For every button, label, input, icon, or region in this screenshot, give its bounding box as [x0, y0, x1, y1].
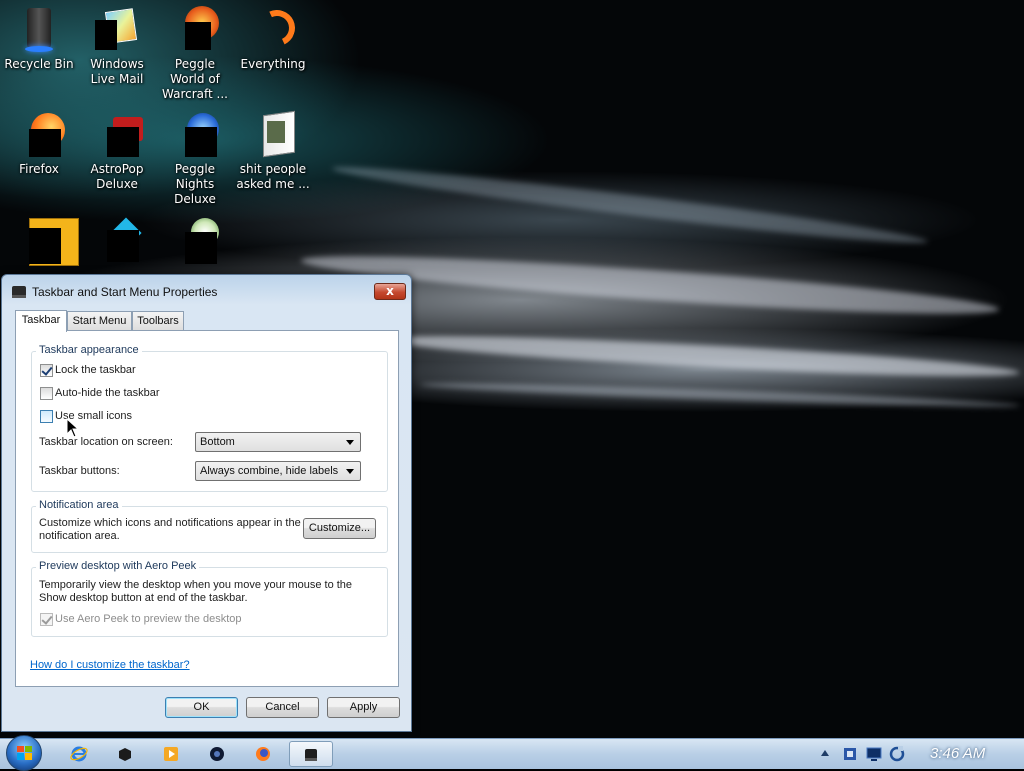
peggle-wow-icon [171, 6, 219, 54]
close-button[interactable]: x [374, 283, 406, 300]
taskbar-buttons-select[interactable]: Always combine, hide labels [195, 461, 361, 481]
bejeweled-icon [15, 216, 79, 266]
small-icons-checkbox[interactable] [40, 410, 53, 423]
aero-peek-label[interactable]: Use Aero Peek to preview the desktop [55, 613, 242, 625]
lock-taskbar-checkbox[interactable] [40, 364, 53, 377]
icon-label: Everything [240, 57, 306, 71]
app-icon [210, 747, 224, 761]
autohide-checkbox[interactable] [40, 387, 53, 400]
icon-label: Peggle World of Warcraft ... [162, 57, 228, 101]
group-label-notification: Notification area [36, 499, 122, 511]
firefox-icon [256, 747, 270, 761]
dialog-title: Taskbar and Start Menu Properties [32, 285, 218, 299]
system-tray [815, 739, 1024, 769]
windows-logo-icon [17, 746, 32, 760]
tab-label: Start Menu [72, 315, 127, 327]
mouse-cursor-icon [66, 418, 80, 438]
firefox-icon [15, 111, 65, 159]
aero-peek-description: Temporarily view the desktop when you mo… [39, 579, 353, 604]
icon-label: AstroPop Deluxe [90, 162, 144, 191]
desktop-icon-recycle-bin[interactable]: Recycle Bin [0, 6, 78, 72]
clock[interactable]: 3:46 AM [930, 745, 985, 762]
desktop-icon-firefox[interactable]: Firefox [0, 111, 78, 177]
icon-label: Peggle Nights Deluxe [174, 162, 216, 206]
internet-explorer-icon [70, 746, 88, 762]
autohide-label[interactable]: Auto-hide the taskbar [55, 387, 160, 399]
desktop-icon-bejeweled[interactable] [0, 216, 79, 267]
astropop-icon [93, 111, 143, 159]
windows-live-mail-icon [93, 6, 141, 54]
icon-label: Windows Live Mail [90, 57, 144, 86]
desktop-icon-everything[interactable]: Everything [234, 4, 312, 72]
taskbar-app-2[interactable] [196, 741, 240, 767]
flower-icon [171, 216, 219, 264]
network-icon[interactable] [842, 746, 858, 762]
ok-button-label: OK [193, 701, 210, 713]
apply-button[interactable]: Apply [327, 697, 400, 718]
tab-label: Toolbars [137, 315, 179, 327]
start-button[interactable] [6, 735, 42, 771]
media-player-icon [164, 747, 178, 761]
recycle-bin-icon [15, 6, 63, 54]
close-icon: x [386, 284, 394, 298]
location-value: Bottom [200, 436, 235, 448]
chevron-down-icon [346, 469, 354, 474]
desktop-icon-peggle-nights[interactable]: Peggle Nights Deluxe [156, 111, 234, 207]
desktop-icon-astropop[interactable]: AstroPop Deluxe [78, 111, 156, 192]
app-icon [119, 748, 131, 761]
wallpaper-streak [420, 379, 1020, 411]
icon-label: Recycle Bin [4, 57, 74, 71]
group-label-aero-peek: Preview desktop with Aero Peek [36, 560, 200, 572]
peggle-nights-icon [171, 111, 219, 159]
taskbar: 3:46 AM [0, 735, 1024, 771]
icon-label: shit people asked me ... [236, 162, 310, 191]
tab-label: Taskbar [21, 314, 61, 326]
tab-start-menu[interactable]: Start Menu [67, 311, 132, 331]
crystal-icon [93, 216, 142, 264]
display-icon[interactable] [866, 746, 882, 762]
desktop-icon-windows-live-mail[interactable]: Windows Live Mail [78, 6, 156, 87]
desktop-icon-folder[interactable]: shit people asked me ... [234, 110, 312, 192]
dialog-titlebar[interactable]: Taskbar and Start Menu Properties x [2, 275, 411, 307]
ok-button[interactable]: OK [165, 697, 238, 718]
everything-icon [249, 4, 301, 54]
help-link[interactable]: How do I customize the taskbar? [30, 659, 190, 671]
taskbar-firefox[interactable] [242, 741, 286, 767]
apply-button-label: Apply [349, 701, 378, 713]
taskbar-properties-dialog: Taskbar and Start Menu Properties x Task… [1, 274, 412, 732]
desktop-icon-crystal[interactable] [78, 216, 156, 267]
taskbar-properties-window[interactable] [289, 741, 333, 767]
taskbar-properties-icon [12, 286, 26, 298]
show-hidden-icons-arrow[interactable] [821, 750, 829, 756]
sync-icon[interactable] [889, 746, 905, 762]
location-select[interactable]: Bottom [195, 432, 361, 452]
wallpaper-streak [379, 328, 1021, 384]
cancel-button[interactable]: Cancel [246, 697, 319, 718]
cancel-button-label: Cancel [265, 701, 300, 713]
icon-label: Firefox [19, 162, 59, 176]
location-label: Taskbar location on screen: [39, 436, 173, 448]
chevron-down-icon [346, 440, 354, 445]
taskbar-internet-explorer[interactable] [58, 741, 102, 767]
taskbar-media-player[interactable] [150, 741, 194, 767]
taskbar-app-1[interactable] [104, 741, 148, 767]
group-label-appearance: Taskbar appearance [36, 344, 142, 356]
notification-description: Customize which icons and notifications … [39, 517, 301, 542]
wallpaper-streak [331, 158, 929, 252]
desktop-icon-peggle-wow[interactable]: Peggle World of Warcraft ... [156, 6, 234, 102]
folder-icon [249, 110, 297, 159]
desktop-icon-flower[interactable] [156, 216, 234, 267]
tab-taskbar[interactable]: Taskbar [15, 310, 67, 332]
taskbar-properties-icon [305, 749, 317, 761]
tab-panel-taskbar: Taskbar appearance Lock the taskbar Auto… [15, 330, 399, 687]
taskbar-buttons-label: Taskbar buttons: [39, 465, 120, 477]
customize-button-label: Customize... [308, 522, 371, 534]
customize-button[interactable]: Customize... [303, 518, 376, 539]
lock-taskbar-label[interactable]: Lock the taskbar [55, 364, 136, 376]
taskbar-buttons-value: Always combine, hide labels [200, 465, 339, 477]
aero-peek-checkbox[interactable] [40, 613, 53, 626]
tab-toolbars[interactable]: Toolbars [132, 311, 184, 331]
